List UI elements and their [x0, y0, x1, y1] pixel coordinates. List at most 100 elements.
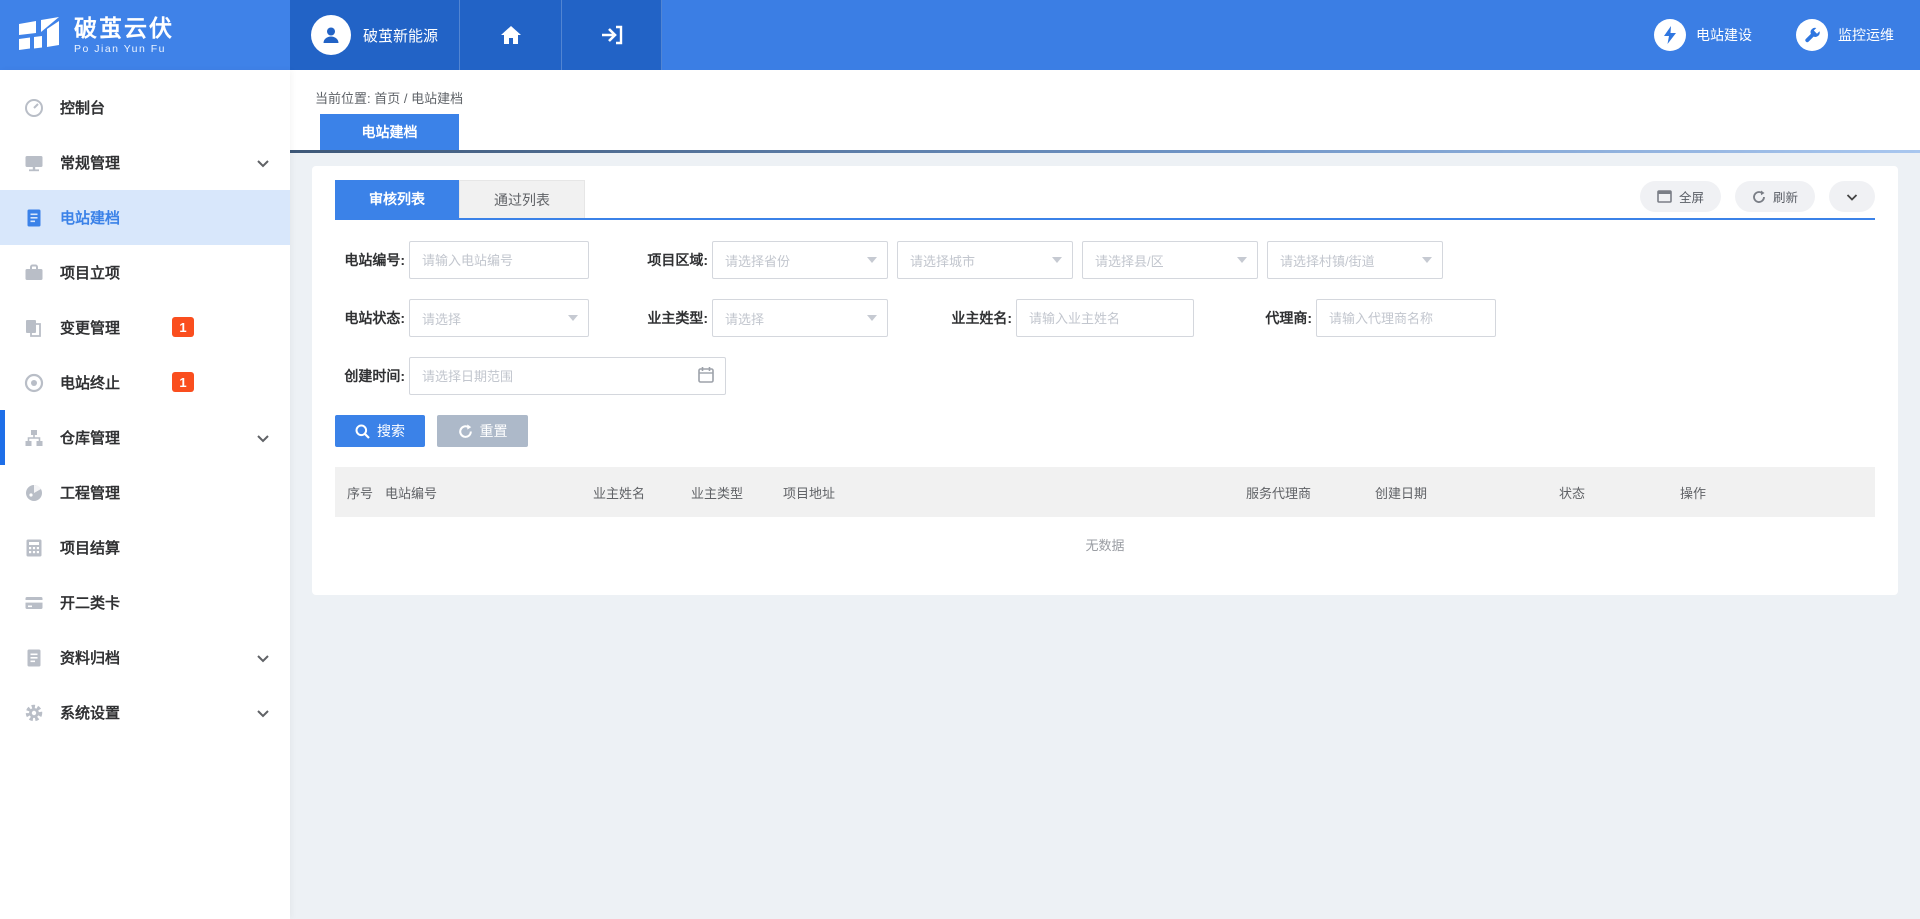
sidebar-item-project-initiation[interactable]: 项目立项: [0, 245, 290, 300]
search-button-label: 搜索: [377, 421, 405, 441]
created-time-range-picker[interactable]: [409, 357, 726, 395]
agent-label: 代理商:: [1256, 308, 1312, 328]
sidebar-item-system-settings[interactable]: 系统设置: [0, 685, 290, 740]
col-actions: 操作: [1668, 483, 1875, 502]
tab-review-list[interactable]: 审核列表: [335, 180, 459, 218]
chevron-down-icon: [256, 706, 270, 720]
caret-down-icon: [867, 257, 877, 263]
search-icon: [355, 424, 370, 439]
region-city-select[interactable]: 请选择城市: [897, 241, 1073, 279]
briefcase-icon: [24, 263, 44, 283]
app-title: 破茧云伏: [74, 16, 174, 41]
owner-name-label: 业主姓名:: [942, 308, 1012, 328]
sidebar-item-label: 常规管理: [60, 152, 120, 173]
document-icon: [24, 208, 44, 228]
station-no-input[interactable]: [409, 241, 589, 279]
caret-down-icon: [1237, 257, 1247, 263]
sidebar-item-open-card[interactable]: 开二类卡: [0, 575, 290, 630]
home-icon: [500, 25, 522, 45]
col-created-date: 创建日期: [1363, 483, 1547, 502]
gear-icon: [24, 703, 44, 723]
nav-monitor-ops-label: 监控运维: [1838, 25, 1894, 45]
breadcrumb-bar: 当前位置: 首页 / 电站建档 电站建档: [290, 70, 1920, 150]
col-owner-name: 业主姓名: [581, 483, 679, 502]
app-subtitle: Po Jian Yun Fu: [74, 43, 174, 55]
region-town-select[interactable]: 请选择村镇/街道: [1267, 241, 1443, 279]
sidebar-item-change-mgmt[interactable]: 变更管理 1: [0, 300, 290, 355]
refresh-button[interactable]: 刷新: [1735, 181, 1815, 212]
sidebar: 控制台 常规管理 电站建档 项目立项: [0, 70, 290, 919]
caret-down-icon: [1422, 257, 1432, 263]
col-seq: 序号: [335, 483, 373, 502]
filter-row-1: 电站编号: 项目区域: 请选择省份 请选择城市 请选择县/区: [335, 241, 1875, 279]
table-header-row: 序号 电站编号 业主姓名 业主类型 项目地址 服务代理商 创建日期 状态 操作: [335, 467, 1875, 517]
fullscreen-button[interactable]: 全屏: [1640, 181, 1721, 212]
avatar: [311, 15, 351, 55]
card-icon: [24, 593, 44, 613]
sidebar-item-label: 资料归档: [60, 647, 120, 668]
logo-icon: [16, 15, 62, 55]
caret-down-icon: [1052, 257, 1062, 263]
logout-button[interactable]: [562, 0, 662, 70]
created-time-label: 创建时间:: [335, 366, 405, 386]
account-name: 破茧新能源: [363, 25, 438, 46]
sidebar-item-station-archive[interactable]: 电站建档: [0, 190, 290, 245]
region-county-select[interactable]: 请选择县/区: [1082, 241, 1258, 279]
owner-type-select[interactable]: 请选择: [712, 299, 888, 337]
breadcrumb-current: 电站建档: [411, 91, 463, 106]
filter-form: 电站编号: 项目区域: 请选择省份 请选择城市 请选择县/区: [335, 241, 1875, 395]
fullscreen-icon: [1657, 190, 1672, 203]
sidebar-item-label: 开二类卡: [60, 592, 120, 613]
col-status: 状态: [1547, 483, 1668, 502]
current-account[interactable]: 破茧新能源: [290, 0, 460, 70]
collapse-button[interactable]: [1829, 181, 1875, 212]
station-status-label: 电站状态:: [335, 308, 405, 328]
reset-button[interactable]: 重置: [437, 415, 528, 447]
sidebar-item-project-settlement[interactable]: 项目结算: [0, 520, 290, 575]
page-tab-station-archive[interactable]: 电站建档: [320, 114, 459, 150]
owner-type-label: 业主类型:: [638, 308, 708, 328]
breadcrumb: 当前位置: 首页 / 电站建档: [315, 88, 1920, 107]
sidebar-item-station-terminate[interactable]: 电站终止 1: [0, 355, 290, 410]
sidebar-item-label: 工程管理: [60, 482, 120, 503]
nav-monitor-ops[interactable]: 监控运维: [1796, 19, 1894, 51]
owner-name-input[interactable]: [1016, 299, 1194, 337]
region-province-select[interactable]: 请选择省份: [712, 241, 888, 279]
sidebar-item-label: 电站终止: [60, 372, 120, 393]
home-button[interactable]: [460, 0, 562, 70]
sidebar-item-console[interactable]: 控制台: [0, 80, 290, 135]
nav-station-build[interactable]: 电站建设: [1654, 19, 1752, 51]
chevron-down-icon: [1845, 190, 1859, 204]
sidebar-item-general-mgmt[interactable]: 常规管理: [0, 135, 290, 190]
sidebar-item-data-archive[interactable]: 资料归档: [0, 630, 290, 685]
sidebar-item-label: 项目结算: [60, 537, 120, 558]
app-logo: 破茧云伏 Po Jian Yun Fu: [0, 0, 290, 70]
caret-down-icon: [867, 315, 877, 321]
search-button[interactable]: 搜索: [335, 415, 425, 447]
copy-icon: [24, 318, 44, 338]
station-no-label: 电站编号:: [335, 250, 405, 270]
reset-button-label: 重置: [480, 421, 508, 441]
date-range-input[interactable]: [409, 357, 726, 395]
calendar-icon[interactable]: [698, 366, 714, 383]
sidebar-item-engineering-mgmt[interactable]: 工程管理: [0, 465, 290, 520]
tab-passed-list[interactable]: 通过列表: [459, 180, 585, 218]
sidebar-item-warehouse-mgmt[interactable]: 仓库管理: [0, 410, 290, 465]
calculator-icon: [24, 538, 44, 558]
breadcrumb-prefix: 当前位置:: [315, 91, 371, 106]
refresh-icon: [1752, 190, 1766, 204]
filter-row-2: 电站状态: 请选择 业主类型: 请选择 业主姓名: 代理商:: [335, 299, 1875, 337]
col-owner-type: 业主类型: [679, 483, 771, 502]
col-project-address: 项目地址: [771, 483, 1234, 502]
agent-input[interactable]: [1316, 299, 1496, 337]
breadcrumb-home-link[interactable]: 首页: [374, 91, 400, 106]
sidebar-item-label: 电站建档: [60, 207, 120, 228]
sidebar-item-label: 仓库管理: [60, 427, 120, 448]
archive-icon: [24, 648, 44, 668]
fullscreen-label: 全屏: [1679, 187, 1704, 206]
station-status-select[interactable]: 请选择: [409, 299, 589, 337]
sidebar-item-label: 控制台: [60, 97, 105, 118]
exit-icon: [600, 25, 624, 45]
chevron-down-icon: [256, 651, 270, 665]
empty-state: 无数据: [335, 517, 1875, 571]
